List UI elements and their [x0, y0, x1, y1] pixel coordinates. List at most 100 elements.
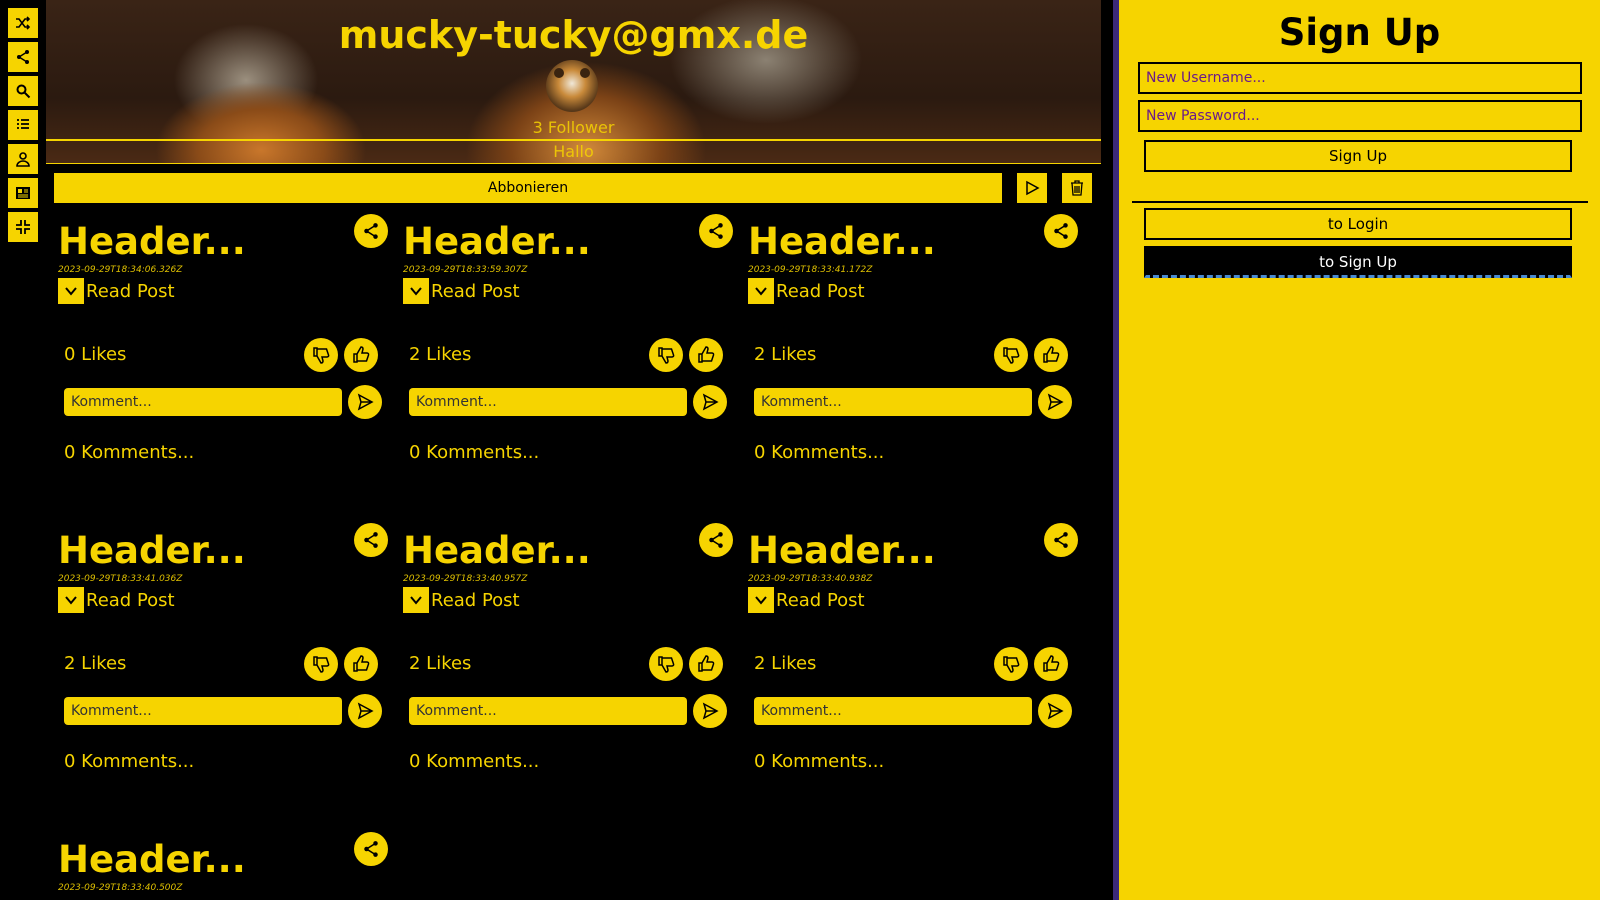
- share-icon: [364, 532, 378, 548]
- post-card: Header... 2023-09-29T18:33:41.172Z Read …: [748, 214, 1078, 514]
- chevron-down-icon: [65, 287, 77, 296]
- like-button[interactable]: [1034, 647, 1068, 681]
- follower-count: 3 Follower: [532, 118, 615, 137]
- share-post-button[interactable]: [354, 214, 388, 248]
- dislike-button[interactable]: [994, 338, 1028, 372]
- send-comment-button[interactable]: [693, 385, 727, 419]
- main-content: mucky-tucky@gmx.de 3 Follower Hallo Abbo…: [46, 0, 1119, 900]
- read-post-toggle[interactable]: Read Post: [403, 278, 520, 304]
- read-post-label: Read Post: [431, 589, 520, 611]
- send-icon: [702, 393, 719, 411]
- comment-input[interactable]: [409, 388, 687, 416]
- send-comment-button[interactable]: [1038, 385, 1072, 419]
- user-icon: [16, 152, 30, 167]
- post-date: 2023-09-29T18:33:41.036Z: [58, 574, 183, 584]
- share-post-button[interactable]: [354, 832, 388, 866]
- shuffle-button[interactable]: [8, 8, 38, 38]
- share-icon: [1054, 532, 1068, 548]
- comment-input[interactable]: [409, 697, 687, 725]
- comment-input[interactable]: [64, 388, 342, 416]
- post-date: 2023-09-29T18:33:40.957Z: [403, 574, 528, 584]
- read-post-toggle[interactable]: Read Post: [58, 587, 175, 613]
- shuffle-icon: [16, 16, 31, 30]
- send-icon: [357, 393, 374, 411]
- divider: [1132, 201, 1588, 203]
- profile-button[interactable]: [8, 144, 38, 174]
- like-count: 2 Likes: [409, 344, 472, 365]
- share-post-button[interactable]: [354, 523, 388, 557]
- dislike-button[interactable]: [994, 647, 1028, 681]
- collapse-icon: [16, 220, 30, 234]
- divider: [46, 163, 1101, 164]
- thumbs-down-icon: [313, 347, 330, 364]
- read-post-toggle[interactable]: Read Post: [403, 587, 520, 613]
- post-title: Header...: [748, 529, 936, 572]
- read-post-label: Read Post: [431, 280, 520, 302]
- like-count: 0 Likes: [64, 344, 127, 365]
- like-button[interactable]: [689, 647, 723, 681]
- play-icon: [1026, 180, 1040, 196]
- like-button[interactable]: [1034, 338, 1068, 372]
- like-count: 2 Likes: [409, 653, 472, 674]
- search-icon: [16, 84, 31, 99]
- username-input[interactable]: [1138, 62, 1582, 94]
- chevron-down-icon: [410, 596, 422, 605]
- signup-submit-button[interactable]: Sign Up: [1144, 140, 1572, 172]
- share-post-button[interactable]: [699, 214, 733, 248]
- signup-panel: Sign Up Sign Up to Login to Sign Up: [1119, 0, 1600, 900]
- to-login-button[interactable]: to Login: [1144, 208, 1572, 240]
- chevron-down-icon: [755, 596, 767, 605]
- like-button[interactable]: [689, 338, 723, 372]
- comment-count: 0 Komments...: [754, 442, 885, 463]
- comment-count: 0 Komments...: [64, 751, 195, 772]
- password-input[interactable]: [1138, 100, 1582, 132]
- comment-input[interactable]: [754, 388, 1032, 416]
- send-comment-button[interactable]: [348, 694, 382, 728]
- thumbs-up-icon: [1043, 346, 1060, 363]
- send-icon: [1047, 393, 1064, 411]
- share-post-button[interactable]: [699, 523, 733, 557]
- chevron-down-icon: [65, 596, 77, 605]
- share-post-button[interactable]: [1044, 523, 1078, 557]
- send-comment-button[interactable]: [348, 385, 382, 419]
- like-button[interactable]: [344, 338, 378, 372]
- comment-count: 0 Komments...: [409, 442, 540, 463]
- dislike-button[interactable]: [304, 338, 338, 372]
- post-title: Header...: [403, 220, 591, 263]
- share-post-button[interactable]: [1044, 214, 1078, 248]
- share-icon: [709, 532, 723, 548]
- send-button[interactable]: [1017, 173, 1047, 203]
- profile-title: mucky-tucky@gmx.de: [338, 13, 809, 57]
- send-comment-button[interactable]: [693, 694, 727, 728]
- dislike-button[interactable]: [304, 647, 338, 681]
- to-signup-button[interactable]: to Sign Up: [1144, 246, 1572, 278]
- send-icon: [702, 702, 719, 720]
- share-button[interactable]: [8, 42, 38, 72]
- like-count: 2 Likes: [754, 653, 817, 674]
- comment-input[interactable]: [64, 697, 342, 725]
- post-date: 2023-09-29T18:34:06.326Z: [58, 265, 183, 275]
- read-post-label: Read Post: [86, 280, 175, 302]
- dislike-button[interactable]: [649, 338, 683, 372]
- comment-input[interactable]: [754, 697, 1032, 725]
- feed-button[interactable]: [8, 178, 38, 208]
- newspaper-icon: [16, 187, 30, 199]
- collapse-button[interactable]: [8, 212, 38, 242]
- like-count: 2 Likes: [64, 653, 127, 674]
- profile-bio: Hallo: [553, 142, 594, 161]
- list-button[interactable]: [8, 110, 38, 140]
- subscribe-button[interactable]: Abbonieren: [54, 173, 1002, 203]
- avatar[interactable]: [546, 60, 598, 112]
- thumbs-down-icon: [658, 347, 675, 364]
- like-button[interactable]: [344, 647, 378, 681]
- read-post-toggle[interactable]: Read Post: [58, 278, 175, 304]
- read-post-toggle[interactable]: Read Post: [748, 587, 865, 613]
- read-post-label: Read Post: [86, 589, 175, 611]
- read-post-label: Read Post: [776, 589, 865, 611]
- post-title: Header...: [58, 220, 246, 263]
- read-post-toggle[interactable]: Read Post: [748, 278, 865, 304]
- delete-button[interactable]: [1062, 173, 1092, 203]
- send-comment-button[interactable]: [1038, 694, 1072, 728]
- dislike-button[interactable]: [649, 647, 683, 681]
- search-button[interactable]: [8, 76, 38, 106]
